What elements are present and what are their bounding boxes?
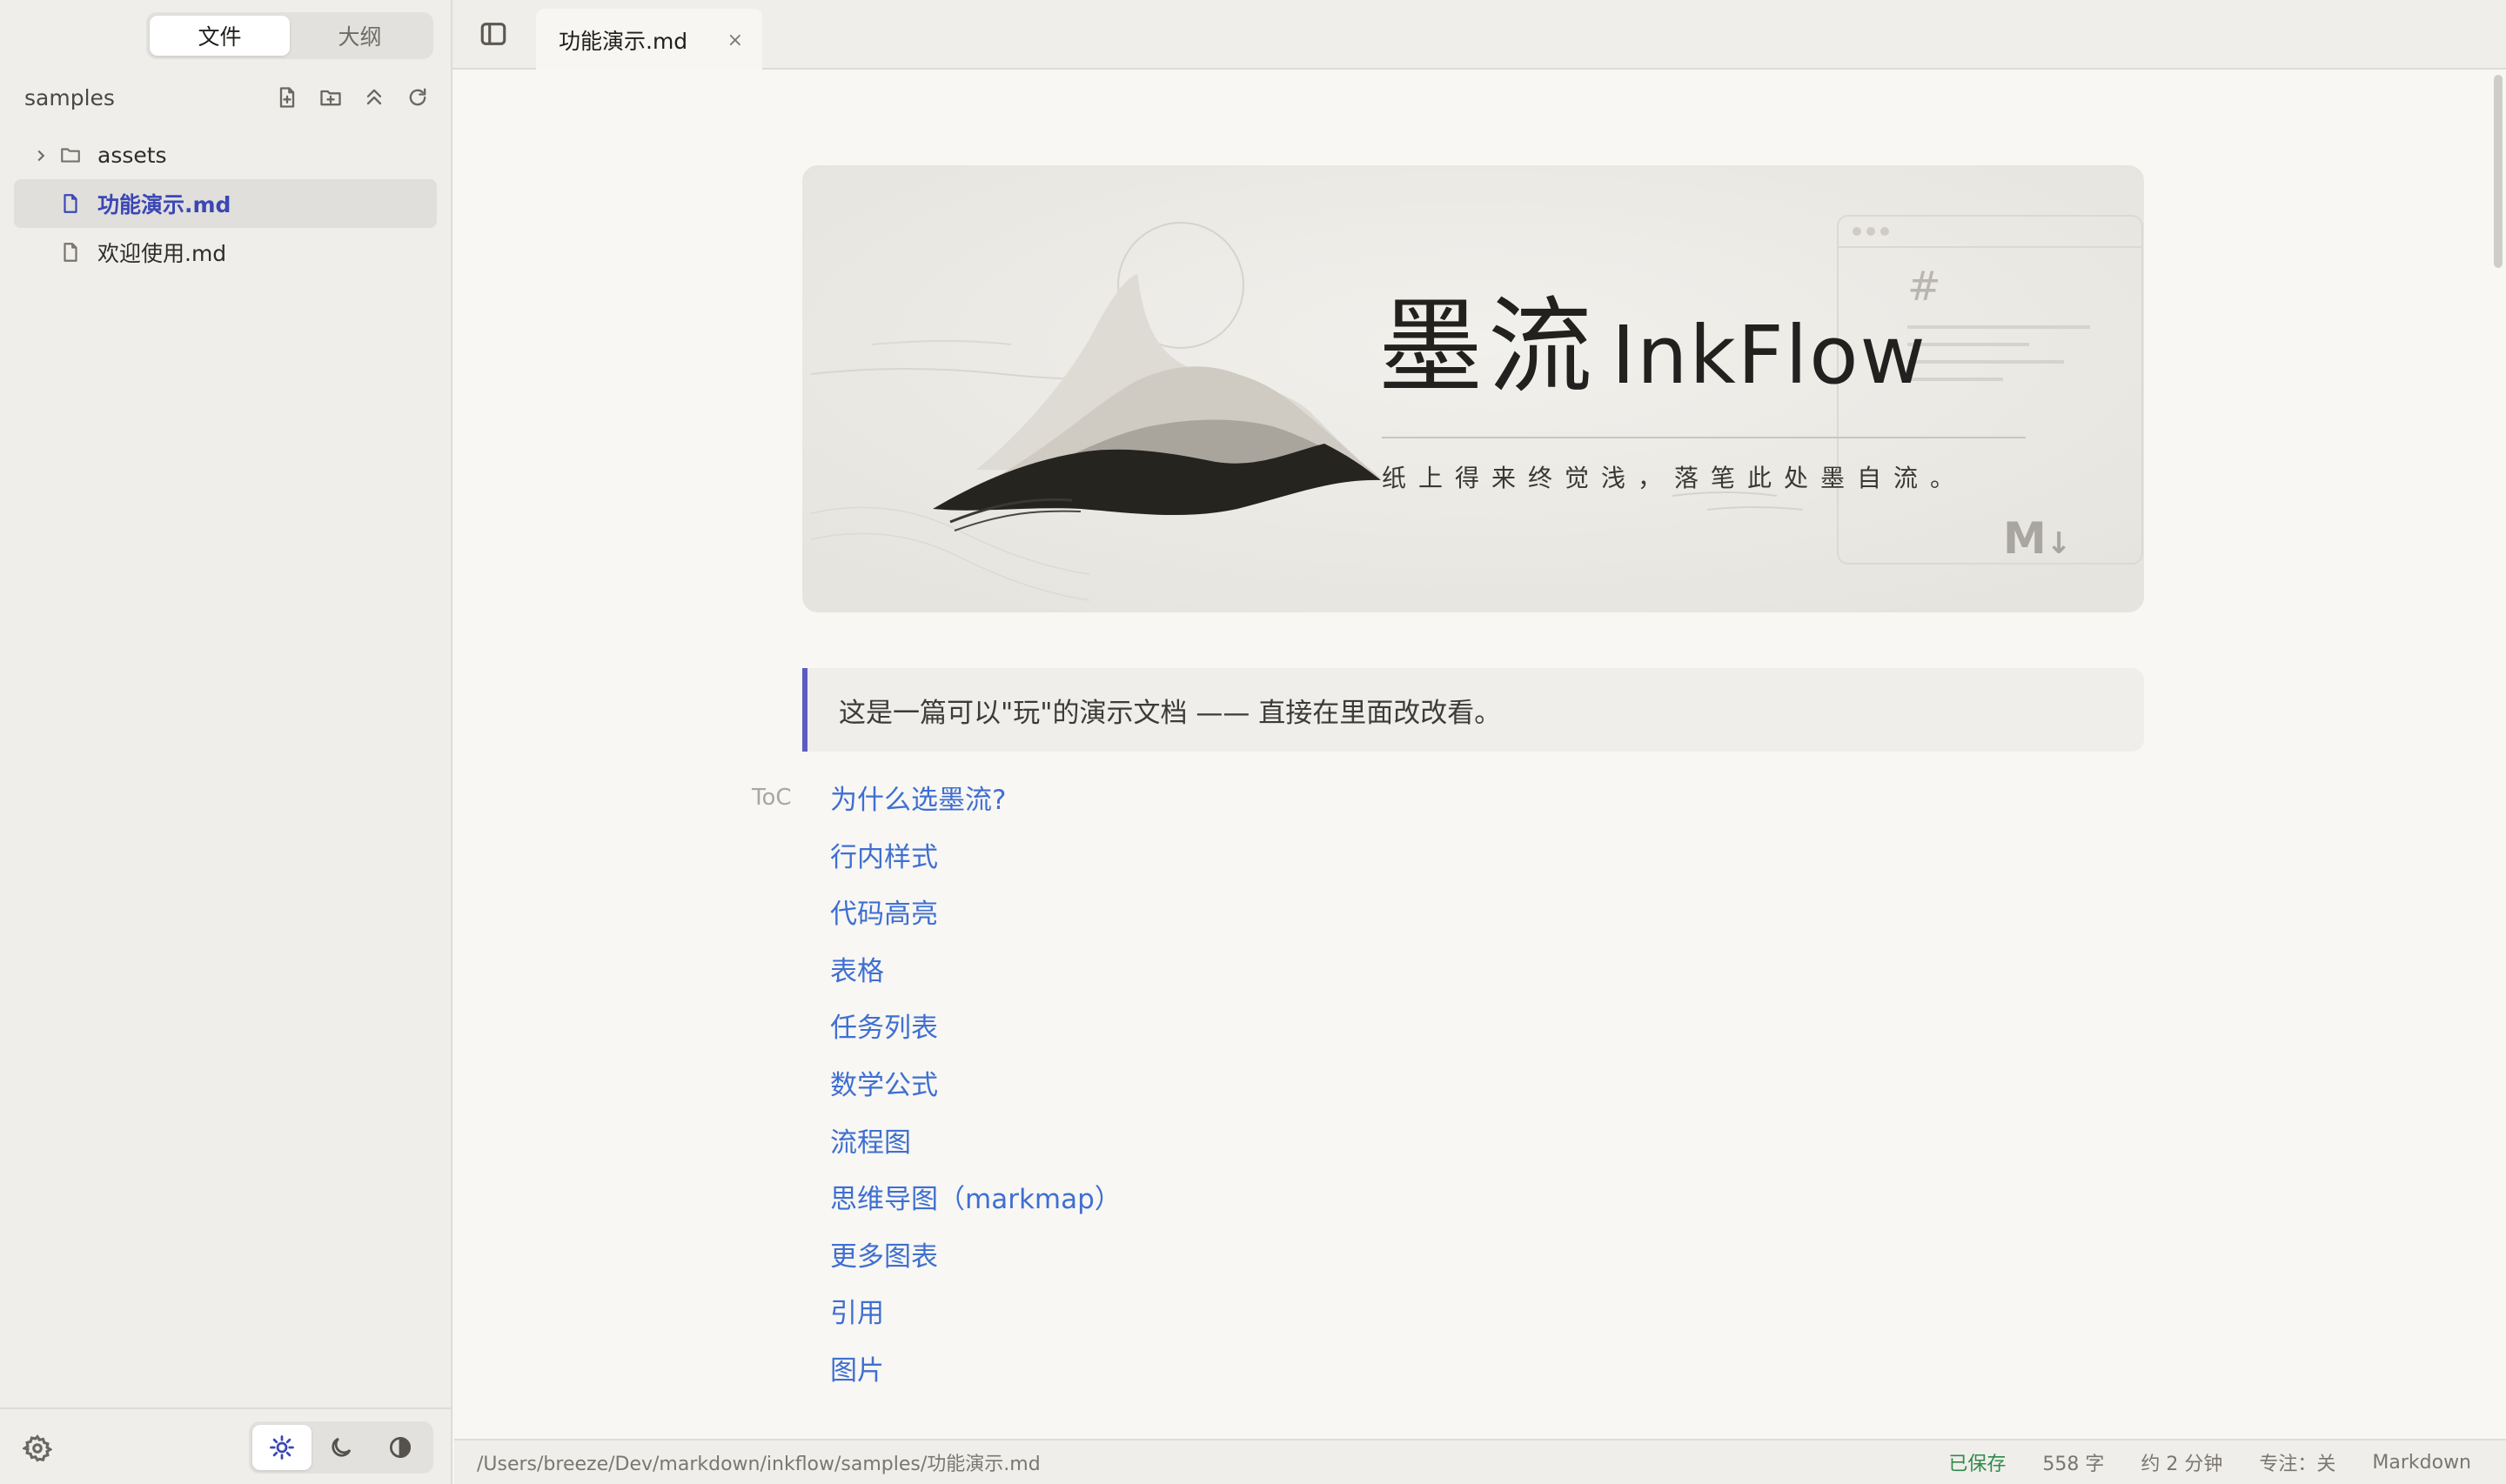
md-letter: M <box>2003 513 2047 564</box>
gear-icon[interactable] <box>21 1434 53 1463</box>
file-icon <box>57 191 84 217</box>
toc-link[interactable]: 行内样式 <box>830 840 1122 898</box>
toc-label: ToC <box>752 785 792 811</box>
tab-files[interactable]: 文件 <box>150 16 290 56</box>
sidebar-view-switch: 文件 大纲 <box>146 12 433 59</box>
banner-divider <box>1382 437 2026 438</box>
new-folder-icon[interactable] <box>315 82 346 113</box>
tab-feature-demo[interactable]: 功能演示.md × <box>536 9 762 71</box>
blockquote: 这是一篇可以"玩"的演示文档 —— 直接在里面改改看。 <box>802 668 2144 752</box>
editor[interactable]: # 墨流 InkFlow 纸上得来终觉浅，落笔此处墨自流。 M↓ 这是一篇可以"玩… <box>454 70 2506 1439</box>
chevron-right-icon[interactable] <box>31 145 50 164</box>
refresh-icon[interactable] <box>402 82 433 113</box>
tab-bar: 功能演示.md × <box>452 0 2506 71</box>
folder-icon <box>57 142 84 168</box>
collapse-all-icon[interactable] <box>358 82 390 113</box>
tree-item-label: assets <box>97 142 167 168</box>
banner-title: 墨流 InkFlow <box>1378 296 1927 400</box>
moon-icon[interactable] <box>312 1425 371 1470</box>
status-bar: /Users/breeze/Dev/markdown/inkflow/sampl… <box>454 1439 2506 1484</box>
banner-title-cn: 墨流 <box>1378 287 1598 408</box>
toc-link[interactable]: 任务列表 <box>830 1011 1122 1068</box>
table-of-contents: 为什么选墨流? 行内样式 代码高亮 表格 任务列表 数学公式 流程图 思维导图（… <box>830 783 1122 1411</box>
sidebar: 文件 大纲 samples assets 功能演示.md 欢迎使用.md <box>0 0 452 1484</box>
toc-link[interactable]: 图片 <box>830 1354 1122 1411</box>
banner-subtitle: 纸上得来终觉浅，落笔此处墨自流。 <box>1382 464 1967 492</box>
folder-tools <box>271 82 433 113</box>
sun-icon[interactable] <box>252 1425 312 1470</box>
banner-image: # 墨流 InkFlow 纸上得来终觉浅，落笔此处墨自流。 M↓ <box>802 165 2144 612</box>
tab-outline[interactable]: 大纲 <box>290 16 430 56</box>
toc-link[interactable]: 思维导图（markmap） <box>830 1182 1122 1240</box>
toc-link[interactable]: 更多图表 <box>830 1240 1122 1297</box>
tab-label: 功能演示.md <box>559 29 688 54</box>
close-icon[interactable]: × <box>727 30 743 51</box>
save-status: 已保存 <box>1948 1454 2007 1475</box>
theme-switch <box>249 1421 433 1474</box>
toc-link[interactable]: 流程图 <box>830 1126 1122 1183</box>
toc-link[interactable]: 引用 <box>830 1296 1122 1354</box>
editor-mode[interactable]: Markdown <box>2372 1452 2471 1474</box>
focus-mode-toggle[interactable]: 专注：关 <box>2259 1448 2335 1476</box>
file-icon <box>57 239 84 265</box>
markdown-logo-icon: M↓ <box>2003 513 2071 564</box>
read-time: 约 2 分钟 <box>2141 1454 2223 1475</box>
contrast-icon[interactable] <box>371 1425 430 1470</box>
scrollbar[interactable] <box>2494 75 2503 268</box>
sidebar-footer <box>0 1407 451 1484</box>
new-file-icon[interactable] <box>271 82 303 113</box>
blockquote-text: 这是一篇可以"玩"的演示文档 —— 直接在里面改改看。 <box>839 697 1502 729</box>
tree-item-feature-demo[interactable]: 功能演示.md <box>14 179 437 228</box>
file-tree: assets 功能演示.md 欢迎使用.md <box>14 130 437 277</box>
folder-header: samples <box>24 78 433 117</box>
toc-link[interactable]: 代码高亮 <box>830 897 1122 954</box>
tree-item-label: 欢迎使用.md <box>97 241 227 266</box>
tree-item-label: 功能演示.md <box>97 192 231 217</box>
tree-item-welcome[interactable]: 欢迎使用.md <box>14 228 437 277</box>
word-count: 558 字 <box>2042 1454 2105 1475</box>
banner-title-en: InkFlow <box>1611 309 1927 402</box>
folder-name: samples <box>24 84 115 110</box>
toc-link[interactable]: 数学公式 <box>830 1068 1122 1126</box>
tree-item-assets[interactable]: assets <box>14 130 437 179</box>
md-arrow: ↓ <box>2046 526 2072 561</box>
toc-link[interactable]: 表格 <box>830 954 1122 1012</box>
file-path: /Users/breeze/Dev/markdown/inkflow/sampl… <box>477 1454 1041 1475</box>
toc-link[interactable]: 为什么选墨流? <box>830 783 1122 840</box>
sidebar-toggle-icon[interactable] <box>479 19 510 50</box>
